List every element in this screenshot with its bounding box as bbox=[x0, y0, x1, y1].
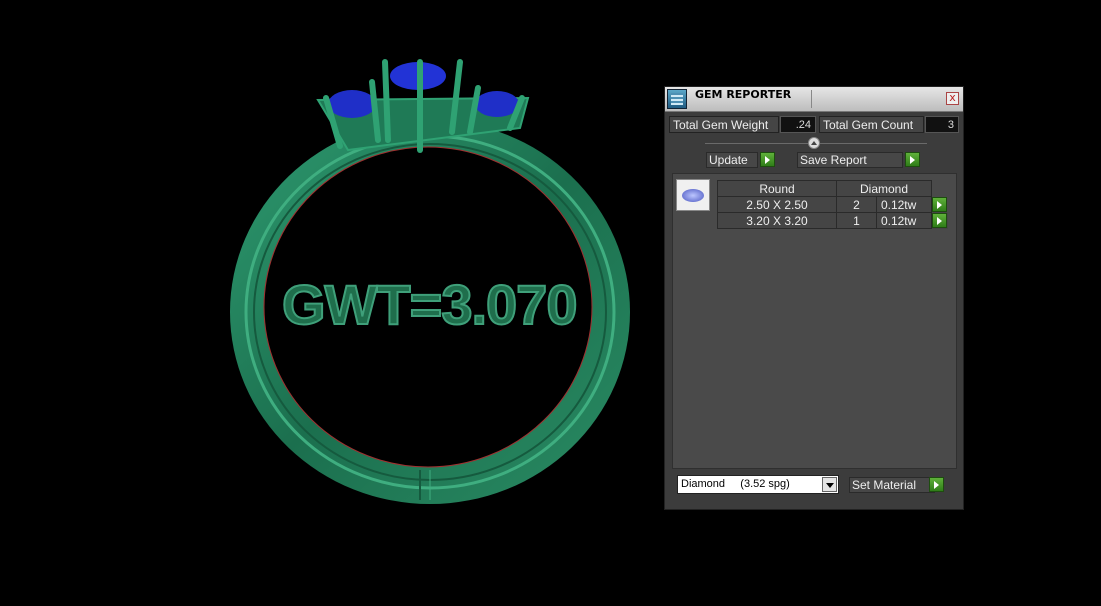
table-row[interactable]: 3.20 X 3.20 1 0.12tw bbox=[717, 212, 948, 229]
3d-viewport[interactable]: GWT=3.070 GWT=3.070 bbox=[0, 0, 660, 606]
gem-qty: 2 bbox=[836, 196, 877, 213]
update-go-icon[interactable] bbox=[760, 152, 775, 167]
gem-weight: 0.12tw bbox=[875, 196, 933, 213]
material-select-value: Diamond (3.52 spg) bbox=[681, 478, 790, 490]
round-gem-thumbnail-icon[interactable] bbox=[676, 179, 710, 211]
close-icon[interactable]: x bbox=[946, 92, 959, 105]
material-header: Diamond bbox=[836, 180, 932, 197]
gem-list-area[interactable]: Round Diamond 2.50 X 2.50 2 0.12tw 3.20 … bbox=[672, 173, 957, 469]
table-row[interactable]: 2.50 X 2.50 2 0.12tw bbox=[717, 196, 948, 213]
collapse-toggle-icon[interactable] bbox=[808, 137, 820, 149]
gem-reporter-icon bbox=[667, 89, 687, 109]
gem-size: 3.20 X 3.20 bbox=[717, 212, 837, 229]
panel-title: GEM REPORTER bbox=[695, 88, 792, 101]
shape-header: Round bbox=[717, 180, 837, 197]
material-select[interactable]: Diamond (3.52 spg) bbox=[677, 475, 839, 494]
title-separator bbox=[811, 90, 812, 108]
total-gem-count-value: 3 bbox=[925, 116, 959, 133]
row-go-icon[interactable] bbox=[932, 213, 947, 228]
panel-titlebar[interactable]: GEM REPORTER x bbox=[665, 87, 963, 112]
save-report-go-icon[interactable] bbox=[905, 152, 920, 167]
chevron-down-icon[interactable] bbox=[822, 477, 837, 492]
gem-left bbox=[328, 90, 376, 118]
gem-qty: 1 bbox=[836, 212, 877, 229]
engraving-text: GWT=3.070 bbox=[281, 272, 578, 337]
total-gem-weight-value: .24 bbox=[780, 116, 816, 133]
save-report-button[interactable]: Save Report bbox=[797, 152, 903, 168]
gem-table: Round Diamond 2.50 X 2.50 2 0.12tw 3.20 … bbox=[717, 180, 948, 229]
gem-right bbox=[475, 91, 519, 117]
update-button[interactable]: Update bbox=[706, 152, 758, 168]
set-material-go-icon[interactable] bbox=[929, 477, 944, 492]
set-material-button[interactable]: Set Material bbox=[849, 477, 935, 493]
total-gem-weight-label: Total Gem Weight bbox=[669, 116, 779, 133]
gem-table-header: Round Diamond bbox=[717, 180, 948, 197]
row-go-icon[interactable] bbox=[932, 197, 947, 212]
total-gem-count-label: Total Gem Count bbox=[819, 116, 924, 133]
gem-weight: 0.12tw bbox=[875, 212, 933, 229]
gem-size: 2.50 X 2.50 bbox=[717, 196, 837, 213]
gem-reporter-panel: GEM REPORTER x Total Gem Weight .24 Tota… bbox=[664, 86, 964, 510]
